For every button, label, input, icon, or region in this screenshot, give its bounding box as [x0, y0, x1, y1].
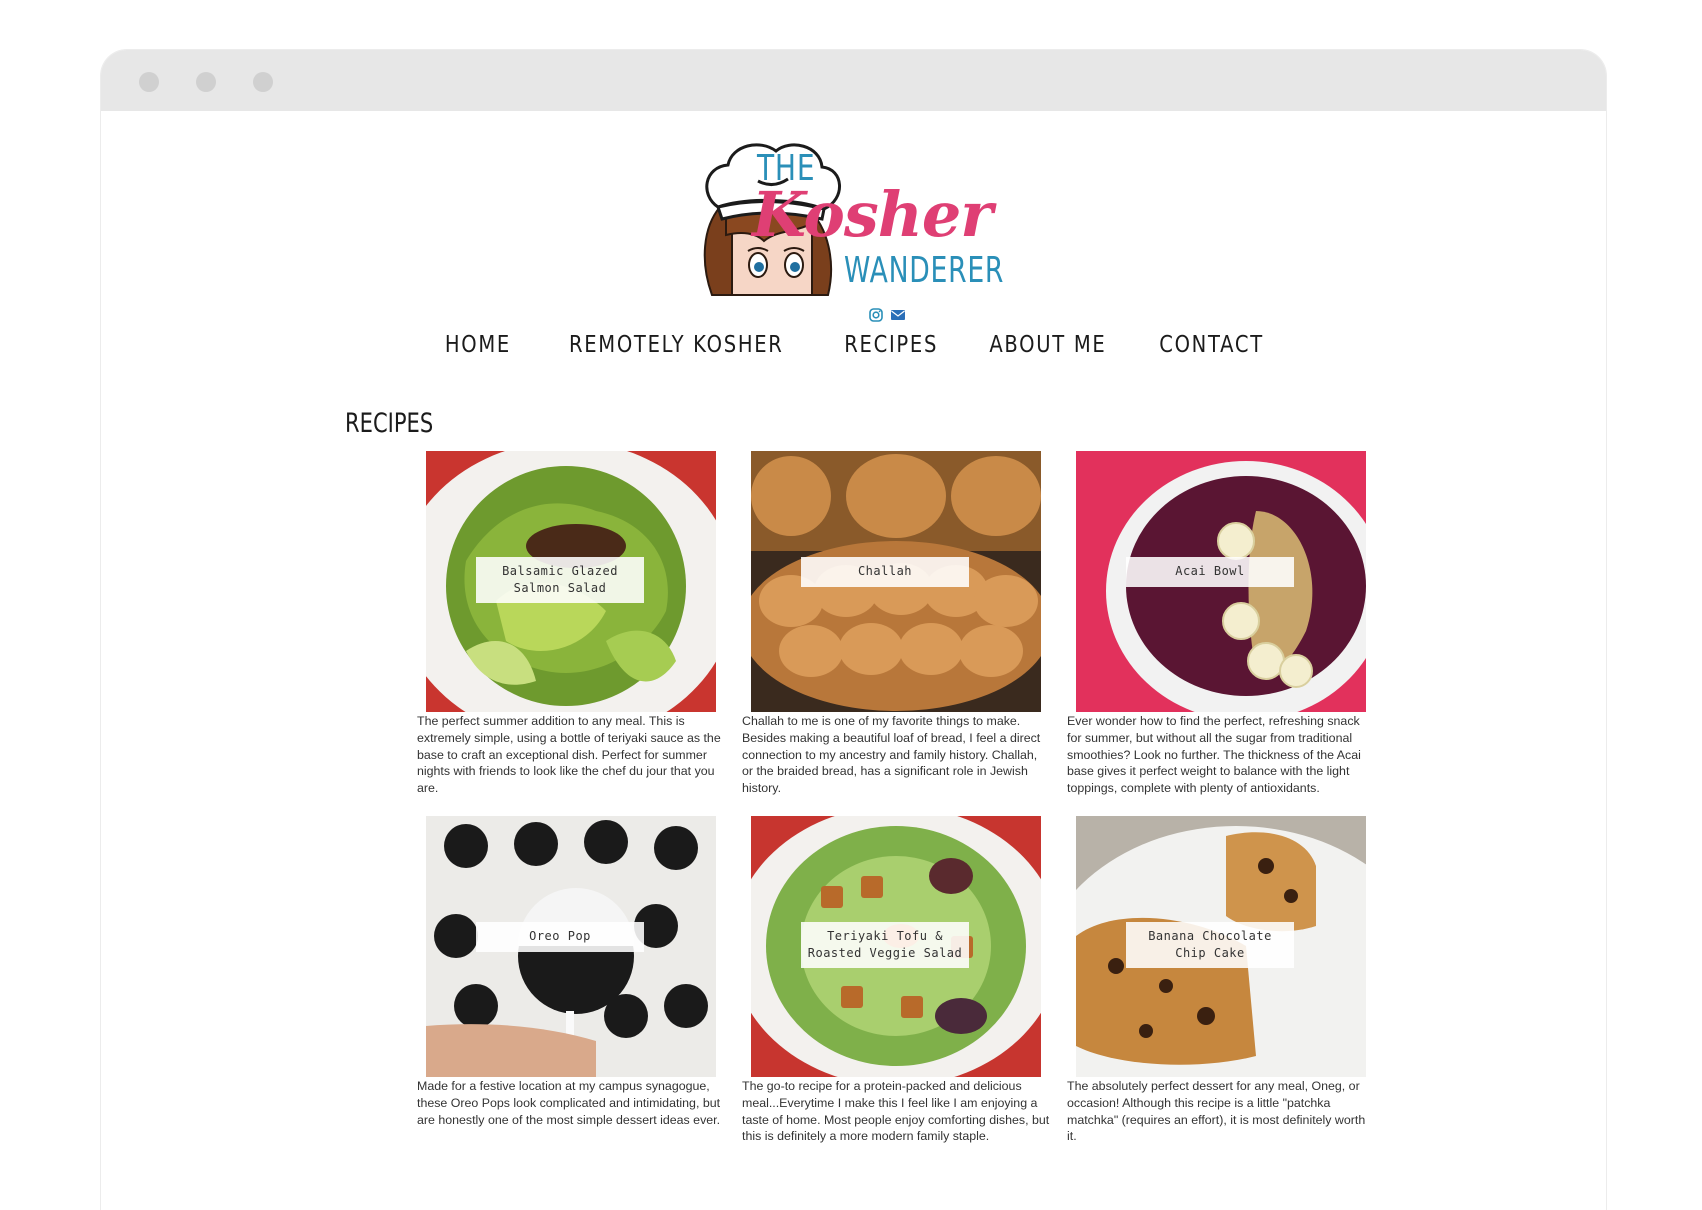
recipe-title[interactable]: Acai Bowl — [1126, 557, 1294, 587]
logo-text-wanderer: WANDERER — [844, 250, 1005, 291]
envelope-icon[interactable] — [890, 307, 906, 323]
recipe-description: The absolutely perfect dessert for any m… — [1067, 1079, 1366, 1144]
nav-contact[interactable]: CONTACT — [1159, 332, 1264, 358]
browser-title-bar — [101, 50, 1606, 111]
social-links — [868, 307, 906, 323]
window-close-dot[interactable] — [139, 72, 159, 92]
nav-home[interactable]: HOME — [445, 332, 511, 358]
recipe-title[interactable]: Banana Chocolate Chip Cake — [1126, 922, 1294, 968]
instagram-icon[interactable] — [868, 307, 884, 323]
nav-remotely-kosher[interactable]: REMOTELY KOSHER — [569, 332, 784, 358]
recipe-title[interactable]: Oreo Pop — [476, 922, 644, 952]
logo-text-kosher: Kosher — [752, 178, 993, 251]
main-nav: HOME REMOTELY KOSHER RECIPES ABOUT ME CO… — [0, 332, 1702, 358]
recipe-title[interactable]: Teriyaki Tofu & Roasted Veggie Salad — [801, 922, 969, 968]
window-maximize-dot[interactable] — [253, 72, 273, 92]
recipe-description: The perfect summer addition to any meal.… — [417, 714, 721, 796]
recipe-description: Made for a festive location at my campus… — [417, 1079, 721, 1127]
recipe-title[interactable]: Balsamic Glazed Salmon Salad — [476, 557, 644, 603]
page-title: RECIPES — [345, 408, 434, 439]
window-minimize-dot[interactable] — [196, 72, 216, 92]
recipe-description: The go-to recipe for a protein-packed an… — [742, 1079, 1050, 1144]
nav-recipes[interactable]: RECIPES — [844, 332, 938, 358]
recipe-description: Challah to me is one of my favorite thin… — [742, 714, 1041, 796]
nav-about-me[interactable]: ABOUT ME — [989, 332, 1106, 358]
recipe-description: Ever wonder how to find the perfect, ref… — [1067, 714, 1361, 796]
recipe-title[interactable]: Challah — [801, 557, 969, 587]
